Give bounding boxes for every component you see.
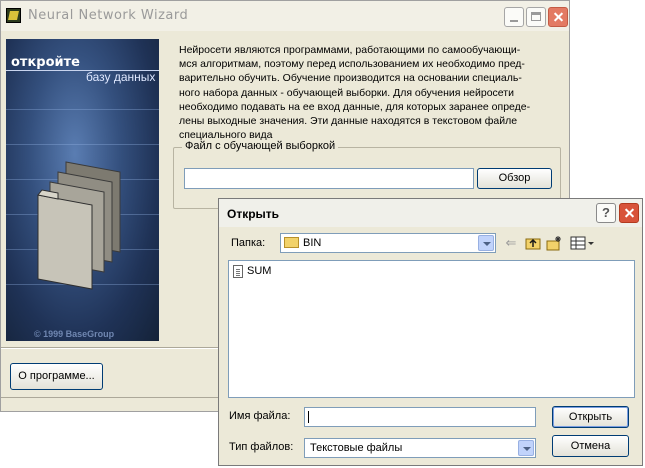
chevron-down-icon[interactable] <box>478 235 494 251</box>
file-name-input[interactable] <box>304 407 536 427</box>
file-type-label: Тип файлов: <box>229 441 294 453</box>
browse-button[interactable]: Обзор <box>477 168 552 189</box>
description-line: Нейросети являются программами, работающ… <box>179 44 521 56</box>
training-file-label: Файл с обучающей выборкой <box>182 140 339 152</box>
cancel-button[interactable]: Отмена <box>552 435 629 457</box>
help-button[interactable]: ? <box>596 203 616 223</box>
app-icon <box>6 8 21 23</box>
description-line: лены выходные значения. Эти данные наход… <box>179 115 518 128</box>
wizard-banner: откройте базу данных © 1999 BaseGroup <box>6 39 159 341</box>
file-type-select[interactable]: Текстовые файлы <box>304 438 536 458</box>
open-dialog: Открыть ? Папка: BIN ⇐ SUM Имя файла: От… <box>218 198 643 466</box>
description-line: ного набора данных - обучающей выборки. … <box>179 86 514 99</box>
file-name: SUM <box>247 265 272 277</box>
text-caret <box>308 411 309 423</box>
description-line: необходимо подавать на ее вход данные, д… <box>179 100 531 113</box>
wizard-title: Neural Network Wizard <box>28 8 189 23</box>
wizard-description: Нейросети являются программами, работающ… <box>179 43 564 142</box>
close-button[interactable] <box>548 7 568 27</box>
training-file-input[interactable] <box>184 168 474 189</box>
back-icon[interactable]: ⇐ <box>503 235 519 251</box>
chevron-down-icon[interactable] <box>518 440 534 456</box>
up-folder-icon[interactable] <box>525 235 541 251</box>
dialog-close-button[interactable] <box>619 203 639 223</box>
file-list[interactable]: SUM <box>228 260 635 398</box>
look-in-label: Папка: <box>231 237 266 249</box>
banner-copyright: © 1999 BaseGroup <box>34 329 115 339</box>
about-button[interactable]: О программе... <box>10 363 103 390</box>
folder-stack-icon <box>37 161 121 290</box>
file-type-value: Текстовые файлы <box>310 442 403 454</box>
wizard-title-bar[interactable]: Neural Network Wizard <box>1 1 569 31</box>
description-line: мся алгоритмам, поэтому перед использова… <box>179 58 525 71</box>
maximize-button[interactable] <box>526 7 546 27</box>
look-in-select[interactable]: BIN <box>280 233 496 253</box>
dialog-title: Открыть <box>227 207 280 221</box>
description-line: варительно обучить. Обучение производитс… <box>179 72 522 85</box>
new-folder-icon[interactable] <box>546 235 562 251</box>
look-in-value: BIN <box>303 237 322 249</box>
open-button[interactable]: Открыть <box>552 406 629 428</box>
folder-icon <box>284 237 299 248</box>
view-menu-icon[interactable] <box>570 235 596 251</box>
file-name-label: Имя файла: <box>229 410 291 422</box>
minimize-button[interactable] <box>504 7 524 27</box>
dialog-title-bar[interactable]: Открыть ? <box>219 199 642 227</box>
text-file-icon <box>233 265 243 278</box>
banner-title: откройте <box>11 55 80 70</box>
banner-subtitle: базу данных <box>86 70 156 84</box>
